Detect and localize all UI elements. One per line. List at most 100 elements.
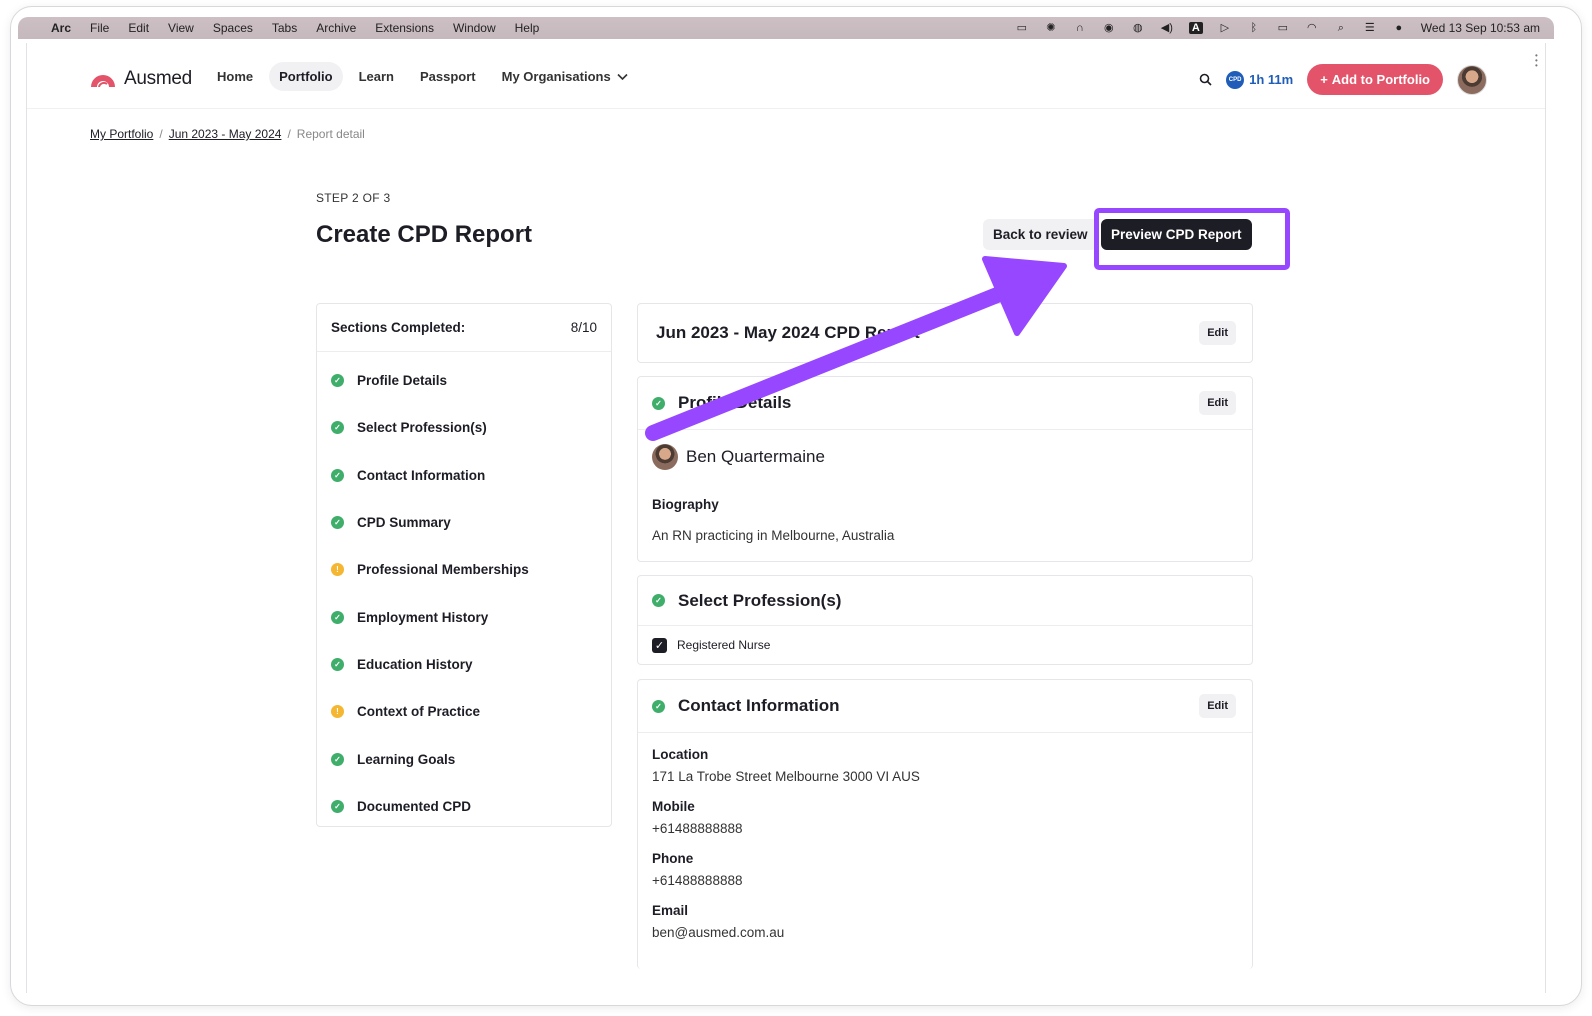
cpd-badge-icon: CPD	[1226, 70, 1245, 89]
sections-count: 8/10	[570, 320, 597, 335]
user-avatar[interactable]	[1457, 64, 1487, 95]
arch-icon[interactable]: ∩	[1073, 22, 1087, 34]
profile-details-card: ✓ Profile Details Edit Ben Quartermaine B…	[637, 376, 1253, 562]
check-circle-icon: ✓	[331, 799, 344, 813]
nav-my-organisations[interactable]: My Organisations	[492, 62, 638, 91]
section-item-professional-memberships[interactable]: ! Professional Memberships	[317, 546, 611, 593]
biography-value: An RN practicing in Melbourne, Australia	[652, 528, 895, 543]
section-label: Employment History	[357, 609, 489, 625]
spotlight-icon[interactable]: ⌕	[1334, 22, 1348, 34]
menu-extensions[interactable]: Extensions	[375, 21, 434, 35]
warning-circle-icon: !	[331, 563, 344, 577]
section-label: Contact Information	[357, 467, 486, 483]
step-indicator: STEP 2 OF 3	[316, 191, 391, 205]
menu-help[interactable]: Help	[515, 21, 540, 35]
page-title: Create CPD Report	[316, 221, 533, 248]
search-icon[interactable]	[1199, 73, 1212, 86]
menu-edit[interactable]: Edit	[128, 21, 149, 35]
registered-nurse-checkbox[interactable]: ✓	[652, 637, 667, 653]
control-center-icon[interactable]: ☰	[1363, 22, 1377, 34]
check-circle-icon: ✓	[331, 374, 344, 388]
section-item-profile-details[interactable]: ✓ Profile Details	[317, 357, 611, 404]
wifi-icon[interactable]: ◠	[1305, 22, 1319, 34]
phone-value: +61488888888	[652, 873, 743, 888]
email-value: ben@ausmed.com.au	[652, 925, 785, 940]
mobile-label: Mobile	[652, 799, 695, 814]
brand-name: Ausmed	[124, 68, 192, 89]
check-circle-icon: ✓	[652, 699, 665, 713]
location-label: Location	[652, 747, 709, 762]
section-item-select-professions[interactable]: ✓ Select Profession(s)	[317, 404, 611, 451]
section-item-learning-goals[interactable]: ✓ Learning Goals	[317, 735, 611, 782]
brightness-icon[interactable]: ✺	[1044, 22, 1058, 34]
vpn-icon[interactable]: ◍	[1131, 22, 1145, 34]
nav-portfolio[interactable]: Portfolio	[269, 62, 343, 91]
profile-avatar	[652, 444, 678, 470]
sections-header-label: Sections Completed:	[331, 320, 466, 335]
play-icon[interactable]: ▷	[1218, 22, 1232, 34]
section-label: Professional Memberships	[357, 562, 529, 578]
location-value: 171 La Trobe Street Melbourne 3000 VI AU…	[652, 769, 920, 784]
check-circle-icon: ✓	[652, 396, 665, 410]
email-label: Email	[652, 903, 689, 918]
top-navigation: Ausmed Home Portfolio Learn Passport My …	[27, 43, 1545, 109]
menu-window[interactable]: Window	[453, 21, 496, 35]
add-to-portfolio-button[interactable]: + Add to Portfolio	[1307, 64, 1443, 95]
check-circle-icon: ✓	[652, 594, 665, 607]
warning-circle-icon: !	[331, 705, 344, 719]
nav-my-organisations-label: My Organisations	[501, 69, 611, 84]
profile-details-title: Profile Details	[678, 393, 792, 412]
breadcrumb-period[interactable]: Jun 2023 - May 2024	[169, 127, 282, 141]
breadcrumb-current: Report detail	[296, 127, 365, 141]
check-circle-icon: ✓	[331, 468, 344, 482]
profile-name: Ben Quartermaine	[686, 447, 825, 466]
section-label: Profile Details	[357, 373, 448, 389]
biography-label: Biography	[652, 497, 719, 512]
back-to-review-button[interactable]: Back to review	[983, 219, 1098, 250]
mobile-value: +61488888888	[652, 821, 743, 836]
nav-learn[interactable]: Learn	[349, 62, 404, 91]
section-item-context-of-practice[interactable]: ! Context of Practice	[317, 688, 611, 735]
section-item-education-history[interactable]: ✓ Education History	[317, 641, 611, 688]
menu-spaces[interactable]: Spaces	[213, 21, 253, 35]
edit-contact-button[interactable]: Edit	[1199, 694, 1236, 718]
add-to-portfolio-label: Add to Portfolio	[1331, 72, 1430, 87]
section-item-employment-history[interactable]: ✓ Employment History	[317, 593, 611, 640]
battery-icon[interactable]: ▭	[1276, 22, 1290, 34]
check-circle-icon: ✓	[331, 421, 344, 435]
section-item-documented-cpd[interactable]: ✓ Documented CPD	[317, 783, 611, 830]
menu-view[interactable]: View	[168, 21, 194, 35]
browser-window: • • • Ausmed Home Portfolio Learn Passport…	[26, 43, 1546, 993]
breadcrumb: My Portfolio / Jun 2023 - May 2024 / Rep…	[90, 127, 365, 141]
main-nav: Home Portfolio Learn Passport My Organis…	[207, 62, 638, 91]
menu-file[interactable]: File	[90, 21, 109, 35]
menu-app-name[interactable]: Arc	[51, 21, 71, 35]
ausmed-logo[interactable]: Ausmed	[90, 68, 192, 90]
password-icon[interactable]: ◉	[1102, 22, 1116, 34]
breadcrumb-my-portfolio[interactable]: My Portfolio	[90, 127, 153, 141]
nav-actions: CPD 1h 11m + Add to Portfolio	[1199, 64, 1487, 95]
section-item-contact-information[interactable]: ✓ Contact Information	[317, 452, 611, 499]
section-label: CPD Summary	[357, 515, 451, 531]
nav-home[interactable]: Home	[207, 62, 263, 91]
section-label: Documented CPD	[357, 798, 472, 814]
menubar-clock[interactable]: Wed 13 Sep 10:53 am	[1421, 21, 1540, 35]
nav-passport[interactable]: Passport	[410, 62, 486, 91]
siri-icon[interactable]: ●	[1392, 22, 1406, 34]
edit-profile-button[interactable]: Edit	[1199, 391, 1236, 415]
report-title-card: Jun 2023 - May 2024 CPD Report Edit	[637, 303, 1253, 363]
edit-report-title-button[interactable]: Edit	[1199, 321, 1236, 345]
check-circle-icon: ✓	[331, 516, 344, 530]
cpd-timer[interactable]: CPD 1h 11m	[1226, 70, 1293, 89]
bluetooth-icon[interactable]: ᛒ	[1247, 22, 1261, 34]
check-circle-icon: ✓	[331, 610, 344, 624]
menu-archive[interactable]: Archive	[316, 21, 356, 35]
select-professions-card: ✓ Select Profession(s) ✓ Registered Nurse	[637, 575, 1253, 665]
input-source-icon[interactable]: A	[1188, 22, 1203, 34]
breadcrumb-separator: /	[159, 127, 163, 141]
section-label: Education History	[357, 656, 473, 672]
menu-tabs[interactable]: Tabs	[272, 21, 297, 35]
keyboard-icon[interactable]: ▭	[1015, 22, 1029, 34]
volume-icon[interactable]: ◀)	[1160, 22, 1174, 34]
section-item-cpd-summary[interactable]: ✓ CPD Summary	[317, 499, 611, 546]
